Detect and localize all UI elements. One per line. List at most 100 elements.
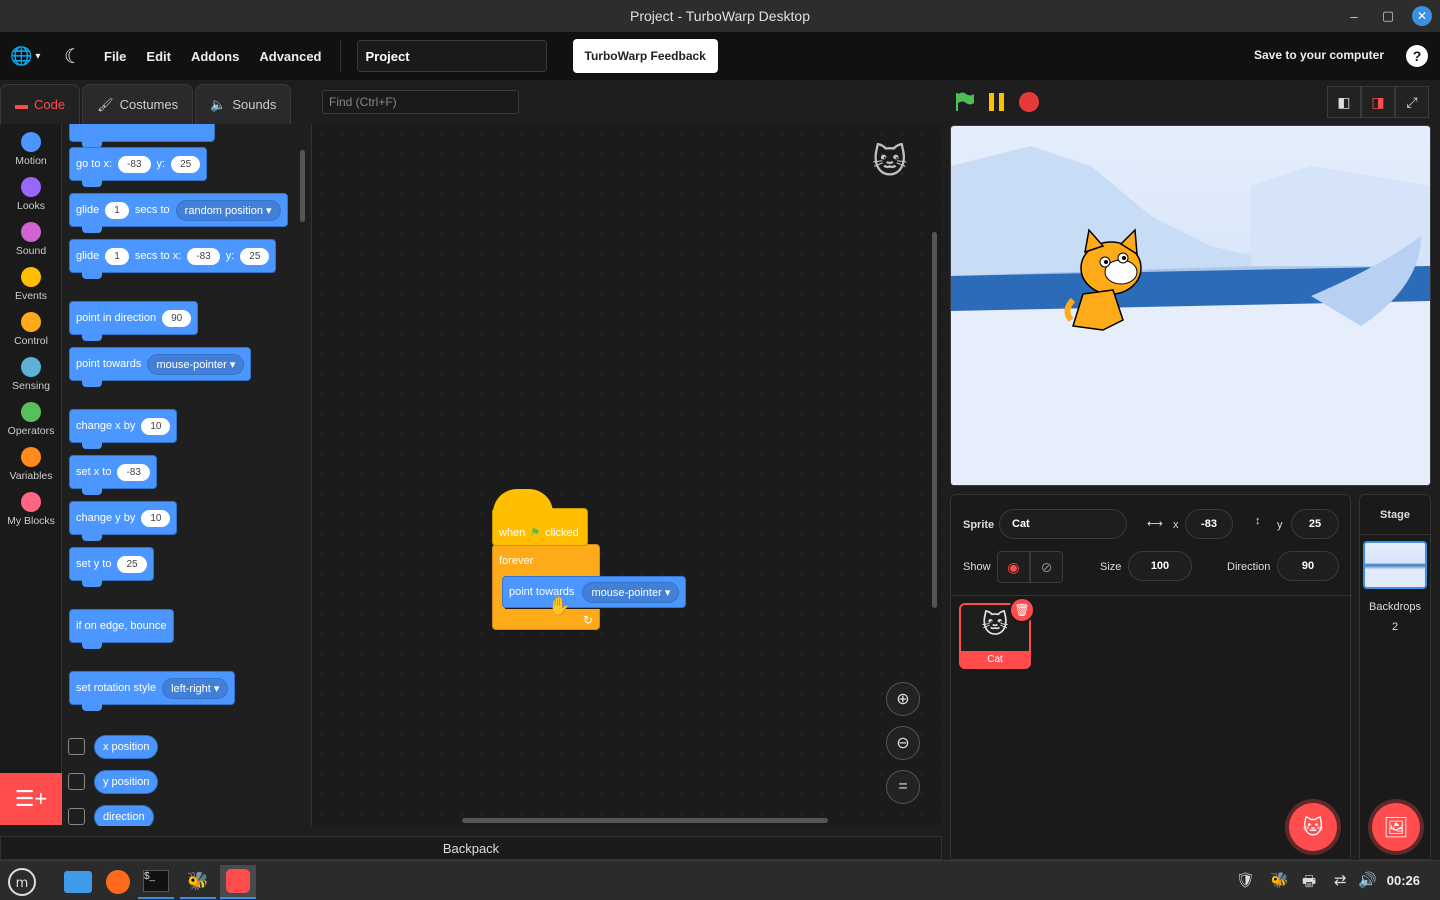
menu-addons[interactable]: Addons (191, 49, 239, 64)
add-sprite-button[interactable]: 🐱 (1289, 803, 1337, 851)
current-sprite-cat-icon: 🐱 (872, 143, 908, 181)
bee-app-icon[interactable]: 🐝 (180, 865, 216, 899)
block-set-y[interactable]: set y to 25 (69, 547, 154, 587)
checkbox-x-position[interactable] (68, 738, 85, 755)
shield-icon[interactable]: 🛡 (1236, 871, 1255, 889)
printer-icon[interactable]: 🖶 (1302, 871, 1316, 896)
menu-advanced[interactable]: Advanced (259, 49, 321, 64)
stage-thumbnail[interactable] (1363, 541, 1427, 589)
extension-icon: ☰+ (14, 786, 48, 811)
block-change-y[interactable]: change y by 10 (69, 501, 178, 541)
add-extension-button[interactable]: ☰+ (0, 773, 62, 825)
feedback-button[interactable]: TurboWarp Feedback (572, 39, 718, 73)
sprite-name-input[interactable]: Cat (999, 509, 1127, 539)
svg-text:m: m (16, 876, 29, 891)
category-looks[interactable]: Looks (0, 177, 62, 212)
green-flag-icon[interactable] (954, 91, 976, 113)
zoom-reset-icon[interactable]: = (886, 770, 920, 804)
block-point-towards-script[interactable]: point towards mouse-pointer ▾ (502, 576, 687, 608)
tab-code[interactable]: ▬ Code (0, 84, 81, 124)
block-go-to-xy[interactable]: go to x: -83 y: 25 (69, 147, 208, 187)
menu-file[interactable]: File (104, 49, 126, 64)
menu-edit[interactable]: Edit (146, 49, 171, 64)
block-partial[interactable] (69, 124, 215, 148)
palette-scrollbar[interactable] (300, 150, 305, 222)
category-my-blocks[interactable]: My Blocks (0, 492, 62, 527)
cat-ears-icon (493, 489, 553, 513)
block-glide-xy[interactable]: glide 1 secs to x: -83 y: 25 (69, 239, 277, 279)
reporter-direction[interactable]: direction (94, 805, 154, 826)
direction-input[interactable]: 90 (1277, 551, 1339, 581)
x-arrows-icon: ⟷ (1147, 518, 1163, 530)
maximize-icon[interactable]: ▢ (1378, 6, 1398, 26)
zoom-out-icon[interactable]: ⊖ (886, 726, 920, 760)
block-set-rotation-style[interactable]: set rotation style left-right ▾ (69, 671, 236, 711)
y-input[interactable]: 25 (1291, 509, 1339, 539)
files-folder-icon[interactable] (60, 865, 96, 899)
checkbox-y-position[interactable] (68, 773, 85, 790)
volume-icon[interactable]: 🔊 (1358, 871, 1377, 889)
stage-canvas[interactable] (950, 125, 1431, 486)
close-icon[interactable]: ✕ (1412, 6, 1432, 26)
fullscreen-icon[interactable]: ⤢ (1395, 86, 1429, 118)
block-if-on-edge-bounce[interactable]: if on edge, bounce (69, 609, 174, 649)
language-globe-icon[interactable]: 🌐 ▾ (10, 46, 44, 67)
category-variables[interactable]: Variables (0, 447, 62, 482)
y-label: y (1277, 519, 1283, 531)
help-icon[interactable]: ? (1406, 45, 1428, 67)
find-input[interactable]: Find (Ctrl+F) (322, 90, 519, 114)
bee-tray-icon[interactable]: 🐝 (1270, 871, 1289, 889)
category-motion[interactable]: Motion (0, 132, 62, 167)
category-control[interactable]: Control (0, 312, 62, 347)
category-sensing[interactable]: Sensing (0, 357, 62, 392)
block-glide-random[interactable]: glide 1 secs to random position ▾ (69, 193, 288, 233)
sprite-list-divider (951, 595, 1352, 596)
pause-icon[interactable] (986, 91, 1008, 113)
stop-icon[interactable] (1018, 91, 1040, 113)
point-towards-dropdown[interactable]: mouse-pointer ▾ (147, 353, 245, 375)
block-change-x[interactable]: change x by 10 (69, 409, 178, 449)
backdrops-count: 2 (1391, 621, 1399, 633)
stage-panel-title: Stage (1360, 495, 1430, 535)
hide-eye-icon[interactable]: ⊘ (1030, 551, 1063, 583)
theme-moon-icon[interactable]: ☾ (64, 44, 84, 69)
tab-costumes[interactable]: 🖌 Costumes (82, 84, 194, 124)
script-workspace[interactable]: 🐱 forever ↻ when ⚑ clicked point towards… (312, 124, 942, 826)
delete-sprite-icon[interactable]: 🗑 (1009, 597, 1035, 623)
category-sound[interactable]: Sound (0, 222, 62, 257)
mint-menu-icon[interactable]: m (4, 865, 40, 899)
size-input[interactable]: 100 (1128, 551, 1192, 581)
x-input[interactable]: -83 (1185, 509, 1233, 539)
minimize-icon[interactable]: – (1344, 6, 1364, 26)
add-backdrop-button[interactable]: 🖼 (1372, 803, 1420, 851)
save-to-computer-button[interactable]: Save to your computer (1254, 48, 1384, 62)
show-label: Show (963, 561, 991, 573)
category-events[interactable]: Events (0, 267, 62, 302)
show-eye-icon[interactable]: ◉ (997, 551, 1030, 583)
block-point-towards[interactable]: point towards mouse-pointer ▾ (69, 347, 252, 387)
glide-target-dropdown[interactable]: random position ▾ (175, 199, 281, 221)
script-point-towards-dropdown[interactable]: mouse-pointer ▾ (582, 581, 680, 603)
large-stage-icon[interactable]: ◨ (1361, 86, 1395, 118)
reporter-x-position[interactable]: x position (94, 735, 159, 759)
backpack[interactable]: Backpack (0, 836, 942, 860)
rotation-style-dropdown[interactable]: left-right ▾ (162, 677, 229, 699)
x-label: x (1173, 519, 1179, 531)
network-icon[interactable]: ⇄ (1334, 871, 1347, 889)
tab-sounds[interactable]: 🔈 Sounds (195, 84, 292, 124)
zoom-in-icon[interactable]: ⊕ (886, 682, 920, 716)
block-point-in-direction[interactable]: point in direction 90 (69, 301, 199, 341)
category-operators[interactable]: Operators (0, 402, 62, 437)
firefox-icon[interactable] (100, 865, 136, 899)
checkbox-direction[interactable] (68, 808, 85, 825)
block-set-x[interactable]: set x to -83 (69, 455, 157, 495)
reporter-y-position[interactable]: y position (94, 770, 159, 794)
project-title-input[interactable]: Project (356, 40, 547, 72)
terminal-icon[interactable]: $_ (138, 865, 174, 899)
workspace-horizontal-scrollbar[interactable] (462, 818, 828, 823)
small-stage-icon[interactable]: ◧ (1327, 86, 1361, 118)
workspace-vertical-scrollbar[interactable] (932, 232, 937, 608)
block-when-flag-clicked[interactable]: when ⚑ clicked (492, 489, 588, 546)
stage-selector-panel: Stage Backdrops 2 🖼 (1359, 494, 1431, 860)
turbowarp-icon[interactable] (220, 865, 256, 899)
